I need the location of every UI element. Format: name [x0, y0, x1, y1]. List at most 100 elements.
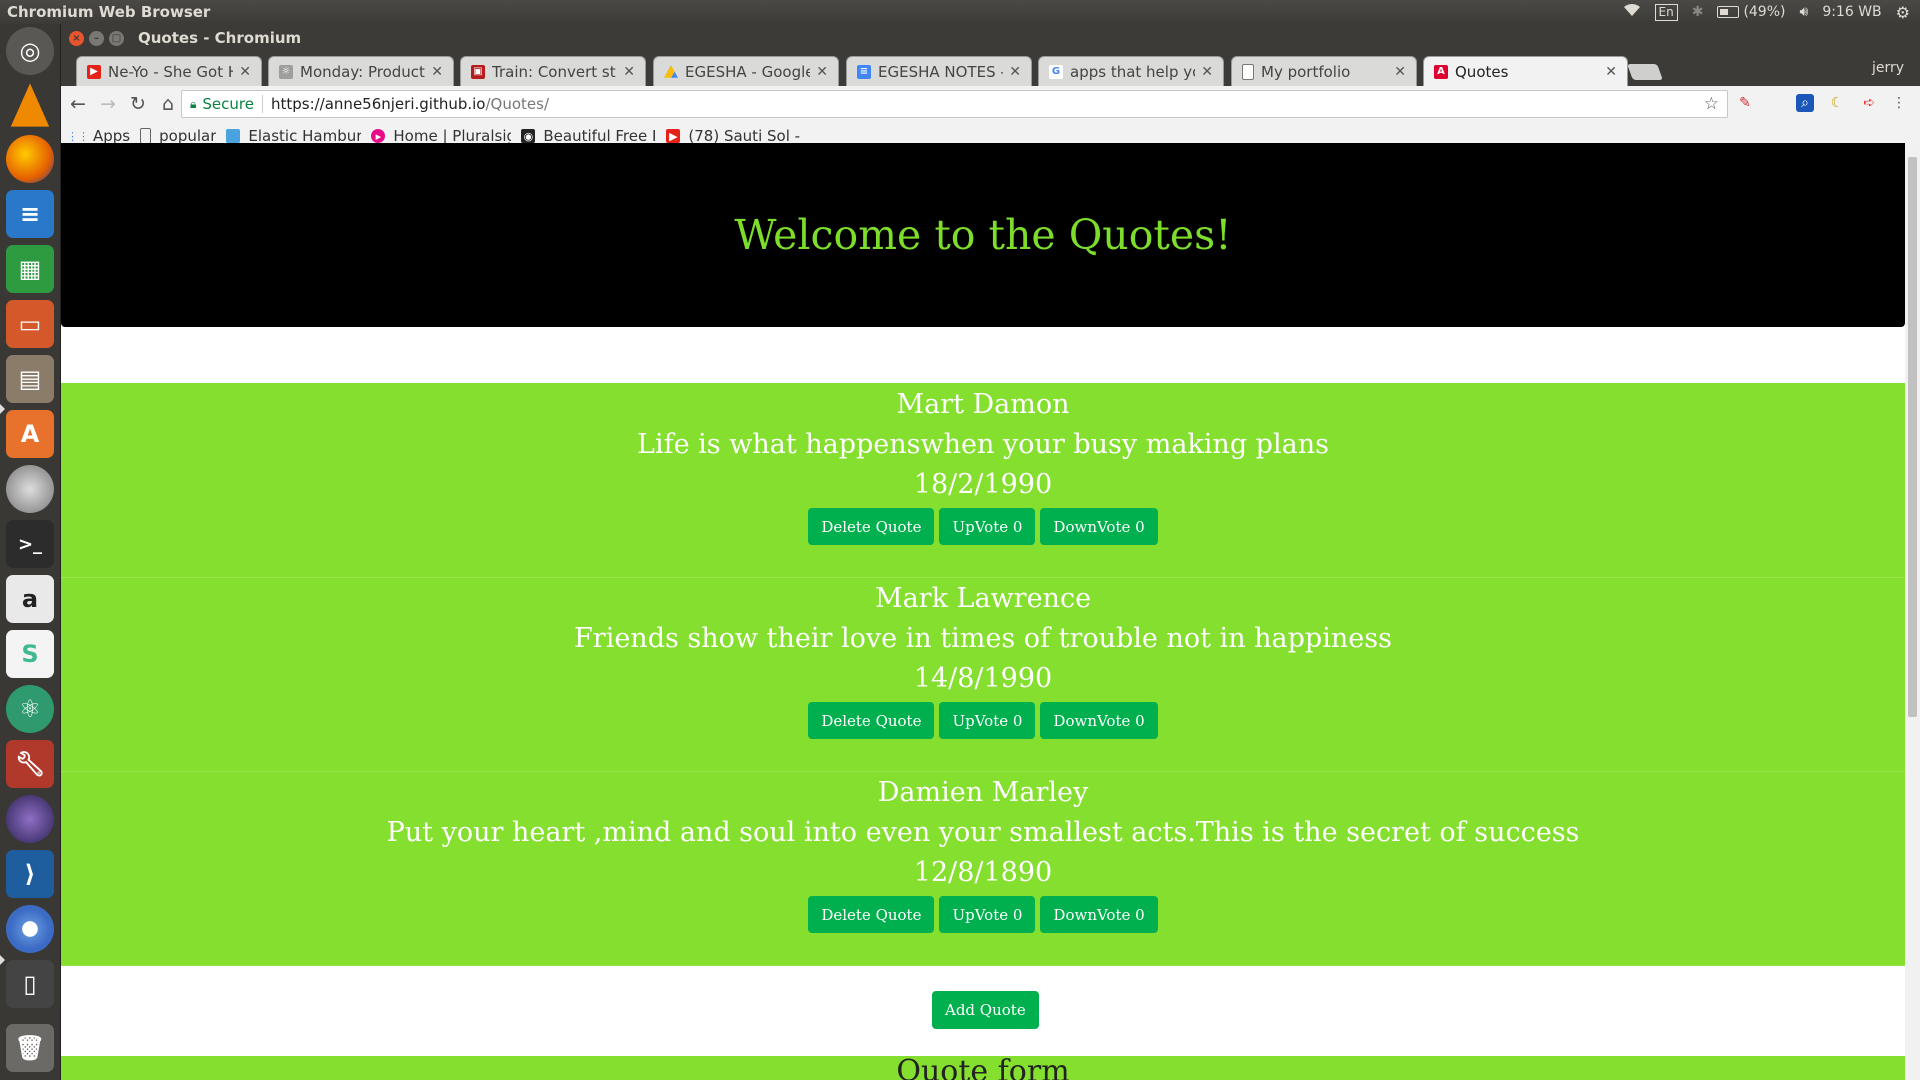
downvote-button[interactable]: DownVote 0	[1040, 702, 1158, 739]
active-app-name: Chromium Web Browser	[7, 3, 211, 21]
tab-close-icon[interactable]: ✕	[431, 64, 443, 80]
vscode-icon[interactable]: ⟩	[6, 850, 54, 898]
address-bar[interactable]: 🔒︎ Secure https://anne56njeri.github.io /…	[181, 90, 1728, 118]
tab-label: apps that help you f	[1070, 62, 1195, 81]
writer-icon[interactable]: ≡	[6, 190, 54, 238]
vlc-icon[interactable]	[10, 83, 50, 127]
tab-close-icon[interactable]: ✕	[623, 64, 635, 80]
unity-launcher: ◎ ≡ ▦ ▭ ▤ A >_ a S ⚛ 🔧︎ ⟩ ▯ 🗑︎	[0, 24, 61, 1080]
page-favicon-icon	[1242, 63, 1254, 80]
settings-icon[interactable]: 🔧︎	[6, 740, 54, 788]
lock-icon[interactable]: 🔒︎	[190, 97, 196, 112]
tab-neyo[interactable]: ▶ Ne-Yo - She Got Her ✕	[76, 56, 262, 86]
tab-label: My portfolio	[1261, 62, 1351, 81]
forward-arrow-icon[interactable]: →	[95, 91, 121, 117]
phone-icon[interactable]: ▯	[6, 960, 54, 1008]
bookmark-star-icon[interactable]: ☆	[1704, 94, 1719, 114]
chrome-menu-icon[interactable]: ⋮	[1890, 94, 1908, 112]
tab-close-icon[interactable]: ✕	[239, 64, 251, 80]
calc-icon[interactable]: ▦	[6, 245, 54, 293]
tab-close-icon[interactable]: ✕	[1009, 64, 1021, 80]
page-icon	[140, 128, 152, 144]
page-scrollbar[interactable]	[1905, 143, 1920, 1080]
volume-icon[interactable]: 🔊︎	[1799, 4, 1808, 20]
window-maximize-button[interactable]: □	[109, 30, 124, 46]
google-favicon-icon: G	[1049, 64, 1063, 79]
address-separator	[261, 95, 263, 113]
software-center-icon[interactable]: A	[6, 410, 54, 458]
tab-close-icon[interactable]: ✕	[1605, 64, 1617, 80]
eclipse-icon[interactable]	[6, 795, 54, 843]
launcher-running-indicator	[0, 404, 5, 414]
quotes-list: Mart Damon Life is what happenswhen your…	[61, 383, 1905, 966]
tab-quotes[interactable]: A Quotes ✕	[1423, 56, 1628, 86]
window-title: Quotes - Chromium	[138, 29, 302, 47]
downvote-button[interactable]: DownVote 0	[1040, 508, 1158, 545]
extension-red-icon[interactable]: ✎	[1736, 94, 1754, 112]
upvote-button[interactable]: UpVote 0	[939, 508, 1036, 545]
delete-quote-button[interactable]: Delete Quote	[808, 896, 935, 933]
tab-close-icon[interactable]: ✕	[816, 64, 828, 80]
extension-share-icon[interactable]: ➪	[1860, 94, 1878, 112]
chromium-icon[interactable]	[6, 905, 54, 953]
profile-name[interactable]: jerry	[1872, 60, 1904, 76]
launcher-running-indicator-chromium	[0, 955, 5, 965]
quote-author: Mart Damon	[896, 389, 1070, 420]
new-tab-button[interactable]	[1627, 64, 1663, 80]
quote-date: 18/2/1990	[913, 469, 1053, 500]
add-quote-button[interactable]: Add Quote	[932, 991, 1039, 1029]
tab-egesha-drive[interactable]: EGESHA - Google Dr ✕	[653, 56, 839, 86]
scrollbar-thumb[interactable]	[1908, 157, 1917, 717]
slack-icon[interactable]: S	[6, 630, 54, 678]
files-icon[interactable]: ▤	[6, 355, 54, 403]
terminal-icon[interactable]: >_	[6, 520, 54, 568]
tab-close-icon[interactable]: ✕	[1394, 64, 1406, 80]
quote-text: Friends show their love in times of trou…	[574, 623, 1392, 654]
tab-google-search[interactable]: G apps that help you f ✕	[1038, 56, 1224, 86]
trash-icon[interactable]: 🗑︎	[6, 1024, 54, 1072]
upvote-button[interactable]: UpVote 0	[939, 702, 1036, 739]
quote-text: Life is what happenswhen your busy makin…	[637, 429, 1329, 460]
disk-icon[interactable]	[6, 465, 54, 513]
ubuntu-dash-icon[interactable]: ◎	[6, 27, 54, 75]
window-minimize-button[interactable]: –	[89, 30, 104, 46]
youtube-favicon-icon: ▶	[666, 129, 681, 143]
battery-indicator[interactable]: (49%)	[1717, 4, 1785, 20]
tab-monday[interactable]: ☼ Monday: Product Id ✕	[268, 56, 454, 86]
firefox-icon[interactable]	[6, 135, 54, 183]
extension-search-icon[interactable]: ⌕	[1796, 94, 1814, 112]
bluetooth-icon[interactable]: ✱	[1692, 4, 1704, 20]
amazon-icon[interactable]: a	[6, 575, 54, 623]
home-icon[interactable]: ⌂	[155, 91, 181, 117]
quote-date: 14/8/1990	[913, 663, 1053, 694]
extension-moon-icon[interactable]: ☾	[1828, 94, 1846, 112]
indicator-area: En ✱ (49%) 🔊︎ 9:16 WB ⚙	[1623, 3, 1920, 22]
pluralsight-favicon-icon: ▸	[371, 129, 386, 143]
quote-card: Mark Lawrence Friends show their love in…	[61, 577, 1905, 772]
tab-my-portfolio[interactable]: My portfolio ✕	[1231, 56, 1417, 86]
upvote-button[interactable]: UpVote 0	[939, 896, 1036, 933]
tab-label: Monday: Product Id	[300, 62, 425, 81]
wifi-icon[interactable]	[1623, 3, 1641, 21]
clock[interactable]: 9:16 WB	[1822, 4, 1881, 20]
keyboard-layout-indicator[interactable]: En	[1654, 3, 1678, 21]
window-close-button[interactable]: ×	[69, 30, 84, 46]
quote-date: 12/8/1890	[913, 857, 1053, 888]
downvote-button[interactable]: DownVote 0	[1040, 896, 1158, 933]
system-gear-icon[interactable]: ⚙	[1896, 3, 1910, 22]
atom-icon[interactable]: ⚛	[6, 685, 54, 733]
back-arrow-icon[interactable]: ←	[65, 91, 91, 117]
angular-favicon-icon: A	[1434, 64, 1448, 79]
page-viewport: Welcome to the Quotes! Mart Damon Life i…	[61, 143, 1905, 1080]
tab-train[interactable]: ▣ Train: Convert strin ✕	[460, 56, 646, 86]
tab-label: EGESHA NOTES - G	[878, 62, 1003, 81]
tab-egesha-notes[interactable]: ≡ EGESHA NOTES - G ✕	[846, 56, 1032, 86]
delete-quote-button[interactable]: Delete Quote	[808, 508, 935, 545]
delete-quote-button[interactable]: Delete Quote	[808, 702, 935, 739]
impress-icon[interactable]: ▭	[6, 300, 54, 348]
url-path: /Quotes/	[485, 95, 550, 113]
reload-icon[interactable]: ↻	[125, 91, 151, 117]
welcome-banner: Welcome to the Quotes!	[61, 143, 1905, 327]
tab-label: Train: Convert strin	[492, 62, 617, 81]
tab-close-icon[interactable]: ✕	[1201, 64, 1213, 80]
